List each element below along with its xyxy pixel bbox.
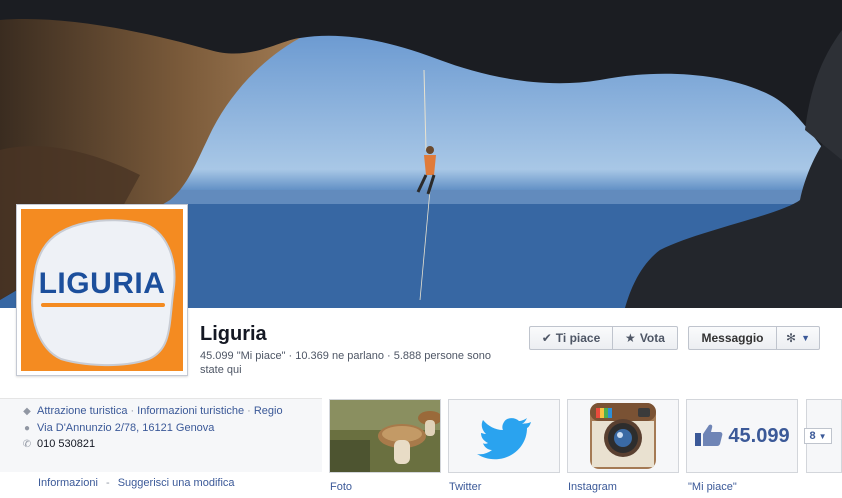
- address-link[interactable]: Via D'Annunzio 2/78, 16121 Genova: [37, 422, 214, 434]
- instagram-icon: [590, 403, 656, 469]
- thumbs-up-icon: [694, 423, 724, 450]
- chevron-down-icon: ▼: [818, 431, 827, 441]
- category-link[interactable]: Attrazione turistica: [37, 405, 127, 417]
- twitter-bird-icon: [477, 418, 531, 460]
- twitter-label[interactable]: Twitter: [449, 481, 481, 493]
- instagram-tile[interactable]: [567, 399, 679, 473]
- like-button-label: Ti piace: [555, 331, 601, 345]
- address-row: ● Via D'Annunzio 2/78, 16121 Genova: [20, 422, 214, 434]
- vote-button-label: Vota: [639, 331, 665, 345]
- mushroom-photo: [330, 400, 440, 472]
- vote-button[interactable]: ★ Vota: [612, 326, 678, 350]
- logo-underline: [41, 303, 165, 307]
- about-links: Informazioni - Suggerisci una modifica: [38, 477, 235, 489]
- photos-tile[interactable]: [329, 399, 441, 473]
- check-icon: ✔: [541, 331, 552, 345]
- profile-logo: LIGURIA: [21, 209, 183, 371]
- page-title[interactable]: Liguria: [200, 323, 267, 346]
- suggest-edit-link[interactable]: Suggerisci una modifica: [118, 477, 235, 489]
- phone-row: ✆ 010 530821: [20, 438, 95, 450]
- phone-icon: ✆: [22, 438, 32, 450]
- category-link[interactable]: Regio: [254, 405, 283, 417]
- tag-icon: ◆: [23, 405, 31, 417]
- likes-label[interactable]: "Mi piace": [688, 481, 737, 493]
- star-icon: ★: [625, 331, 636, 345]
- more-apps-button[interactable]: 8 ▼: [804, 428, 832, 444]
- message-button[interactable]: Messaggio: [688, 326, 777, 350]
- chevron-down-icon: ▼: [801, 333, 810, 343]
- likes-count: 45.099: [728, 424, 790, 447]
- twitter-tile[interactable]: [448, 399, 560, 473]
- likes-tile[interactable]: 45.099: [686, 399, 798, 473]
- map-pin-icon: ●: [23, 422, 31, 434]
- logo-wordmark: LIGURIA: [38, 267, 166, 300]
- settings-dropdown-button[interactable]: ✻ ▼: [776, 326, 820, 350]
- more-apps-count: 8: [809, 430, 816, 442]
- category-link[interactable]: Informazioni turistiche: [137, 405, 244, 417]
- instagram-label[interactable]: Instagram: [568, 481, 617, 493]
- message-button-label: Messaggio: [701, 331, 764, 345]
- gear-icon: ✻: [786, 331, 797, 345]
- phone-number: 010 530821: [37, 438, 96, 450]
- like-button[interactable]: ✔ Ti piace: [529, 326, 613, 350]
- page-stats: 45.099 "Mi piace" · 10.369 ne parlano · …: [200, 350, 491, 376]
- category-row: ◆ Attrazione turistica · Informazioni tu…: [20, 405, 283, 417]
- profile-picture[interactable]: LIGURIA: [16, 204, 188, 376]
- about-link[interactable]: Informazioni: [38, 477, 98, 489]
- photos-label[interactable]: Foto: [330, 481, 352, 493]
